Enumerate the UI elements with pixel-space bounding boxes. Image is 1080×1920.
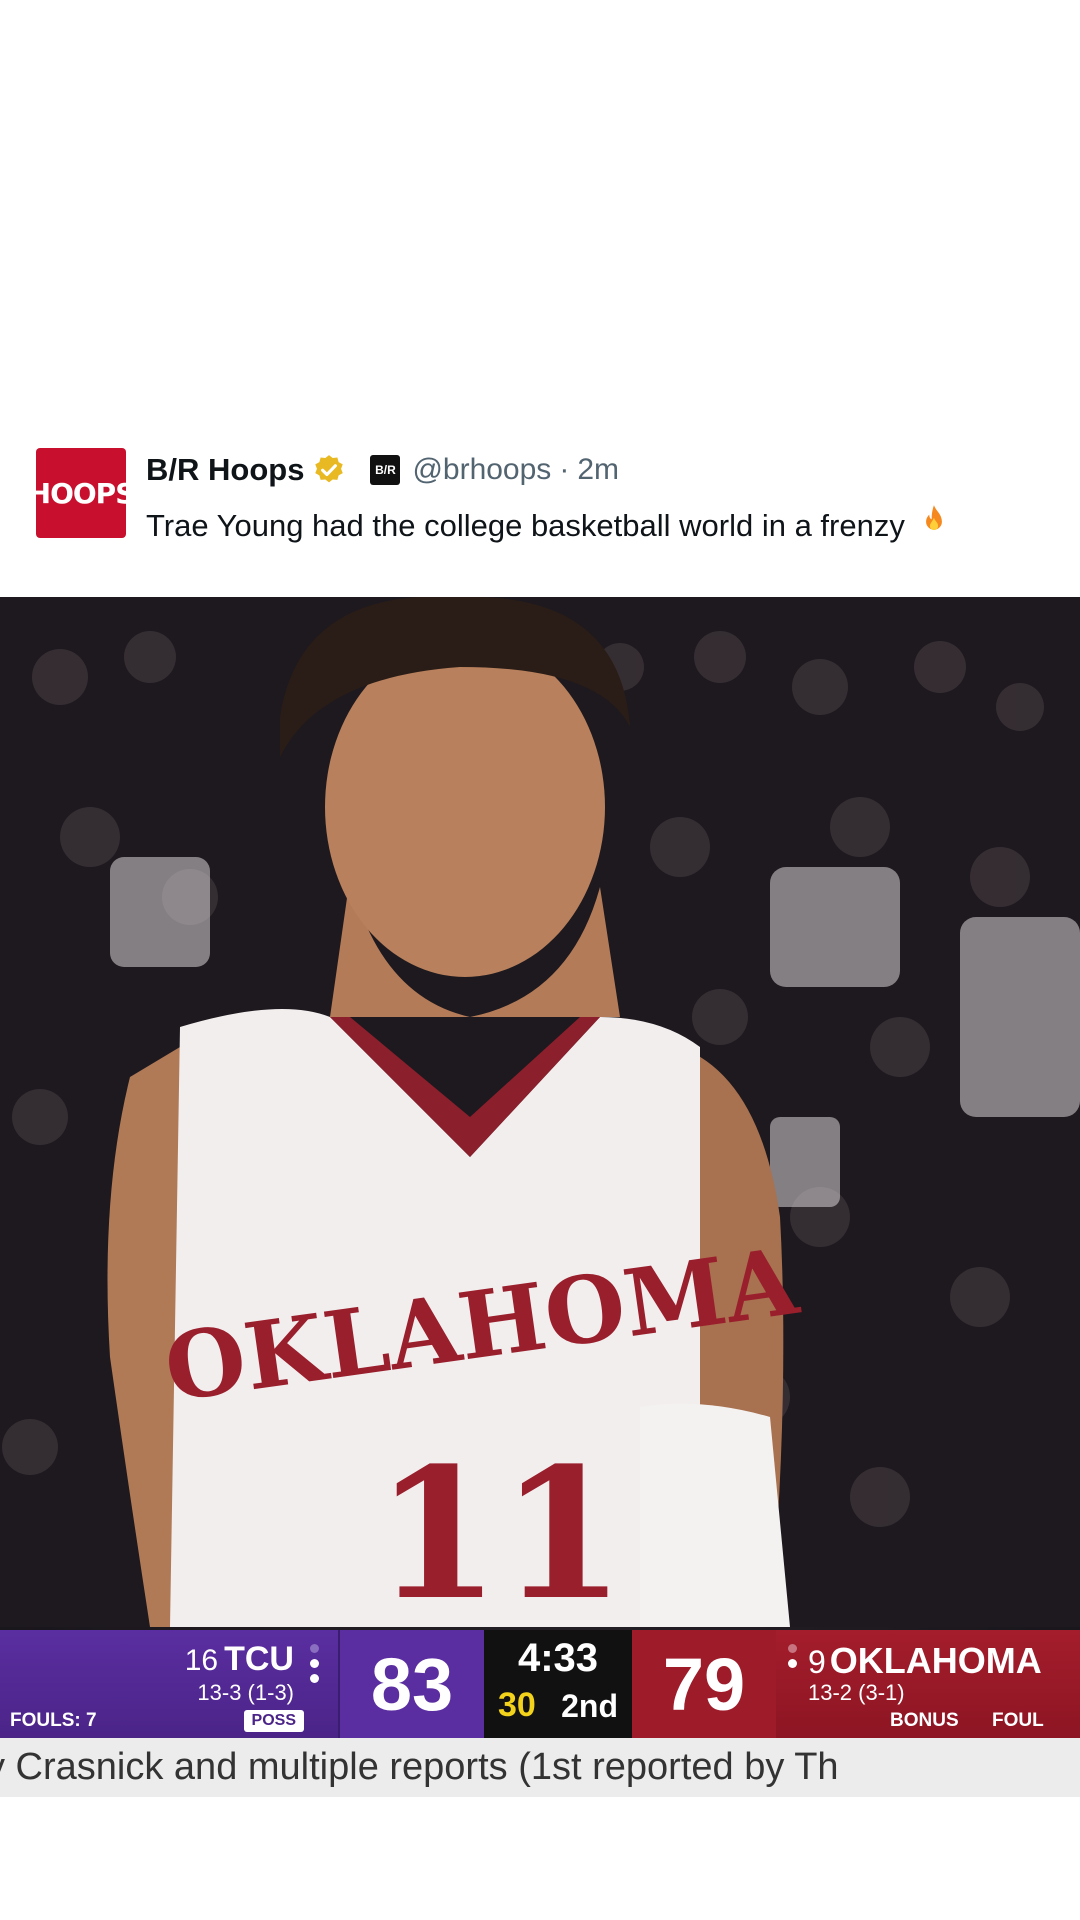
home-record: 13-2 (3-1) bbox=[808, 1680, 905, 1705]
home-timeouts bbox=[788, 1644, 800, 1674]
scoreboard: 16 TCU 13-3 (1-3) FOULS: 7 POSS 83 4:33 3… bbox=[0, 1630, 1080, 1738]
away-team-name: 16 TCU bbox=[185, 1640, 294, 1679]
verified-badge-icon bbox=[315, 455, 344, 483]
home-team-panel: 9 OKLAHOMA 13-2 (3-1) BONUS FOUL bbox=[776, 1630, 1080, 1738]
timeout-remaining-dot bbox=[310, 1659, 319, 1668]
player-figure: OKLAHOMA 11 bbox=[107, 597, 805, 1627]
home-rank: 9 bbox=[808, 1644, 826, 1680]
account-avatar[interactable]: HOOPS bbox=[28, 448, 135, 538]
away-team-label: TCU bbox=[224, 1640, 294, 1678]
br-logo-icon: B/R bbox=[370, 455, 401, 485]
away-rank: 16 bbox=[184, 1644, 219, 1677]
shot-clock: 30 bbox=[498, 1686, 536, 1724]
post-timestamp[interactable]: 2m bbox=[577, 453, 619, 487]
separator-dot: · bbox=[559, 453, 570, 486]
post-meta: B/R Hoops B/R @brhoops · 2m bbox=[146, 448, 619, 492]
home-bonus: BONUS bbox=[890, 1710, 959, 1731]
fire-emoji-icon bbox=[926, 505, 943, 531]
account-name[interactable]: B/R Hoops bbox=[146, 452, 304, 488]
jersey-number-text: 11 bbox=[375, 1429, 626, 1627]
post-body: Trae Young had the college basketball wo… bbox=[146, 508, 905, 543]
timeout-used-dot bbox=[788, 1644, 797, 1653]
away-record: 13-3 (1-3) bbox=[197, 1680, 294, 1705]
post-header: HOOPS B/R Hoops B/R @brhoops · 2m Trae Y… bbox=[28, 448, 1066, 548]
home-team-name: 9 OKLAHOMA bbox=[808, 1640, 1042, 1682]
timeout-used-dot bbox=[310, 1644, 319, 1653]
clock-time: 4:33 bbox=[517, 1636, 599, 1680]
game-period: 2nd bbox=[561, 1688, 618, 1724]
possession-indicator: POSS bbox=[243, 1710, 304, 1732]
timeout-remaining-dot bbox=[788, 1659, 797, 1668]
home-team-label: OKLAHOMA bbox=[829, 1640, 1042, 1681]
away-team-panel: 16 TCU 13-3 (1-3) FOULS: 7 POSS bbox=[0, 1630, 338, 1738]
account-handle[interactable]: @brhoops bbox=[412, 453, 551, 487]
video-player[interactable]: OKLAHOMA 11 16 TCU 13-3 (1-3) FOULS: 7 PO… bbox=[0, 597, 1080, 1797]
away-fouls: FOULS: 7 bbox=[10, 1710, 97, 1731]
game-clock: 4:33 30 2nd bbox=[484, 1630, 632, 1738]
away-score: 83 bbox=[338, 1630, 484, 1738]
post-text: Trae Young had the college basketball wo… bbox=[146, 502, 953, 544]
timeout-remaining-dot bbox=[310, 1674, 319, 1683]
news-ticker: y Crasnick and multiple reports (1st rep… bbox=[0, 1738, 1080, 1797]
away-timeouts bbox=[310, 1644, 322, 1689]
home-score: 79 bbox=[632, 1630, 776, 1738]
home-fouls: FOUL bbox=[992, 1710, 1044, 1731]
